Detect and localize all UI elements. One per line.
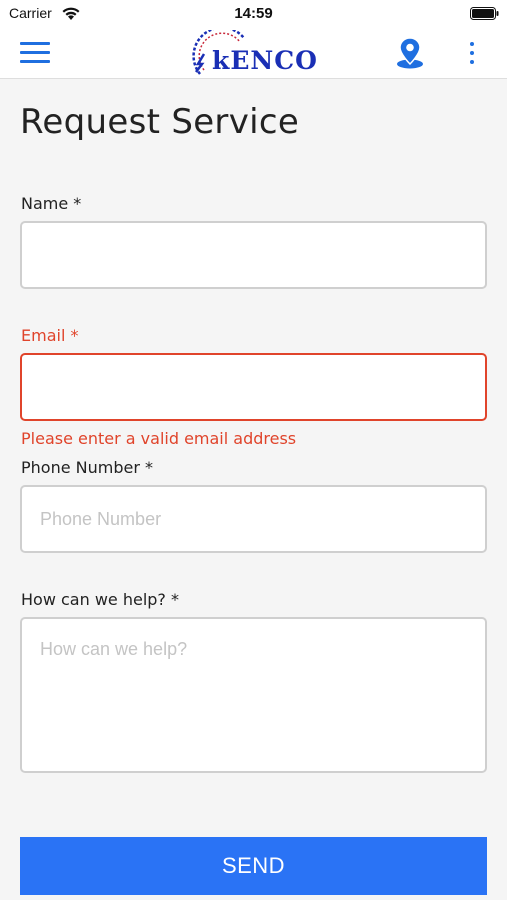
navigation-bar: kENCO [0, 28, 507, 79]
status-bar: Carrier 14:59 [0, 0, 507, 28]
send-button[interactable]: SEND [20, 837, 487, 895]
clock: 14:59 [234, 5, 273, 22]
page-title: Request Service [20, 102, 300, 142]
phone-input[interactable] [20, 485, 487, 553]
kenco-logo: kENCO [190, 30, 320, 76]
help-textarea[interactable] [20, 617, 487, 773]
name-input[interactable] [20, 221, 487, 289]
help-label: How can we help? * [21, 590, 179, 609]
email-error-message: Please enter a valid email address [21, 429, 297, 448]
email-label: Email * [21, 326, 79, 345]
map-pin-icon[interactable] [393, 36, 427, 70]
email-input[interactable] [20, 353, 487, 421]
more-vertical-icon[interactable] [462, 40, 482, 66]
phone-label: Phone Number * [21, 458, 154, 477]
name-label: Name * [21, 194, 82, 213]
battery-icon [470, 7, 499, 20]
hamburger-menu-icon[interactable] [16, 38, 54, 68]
logo-wordmark: kENCO [212, 46, 318, 75]
